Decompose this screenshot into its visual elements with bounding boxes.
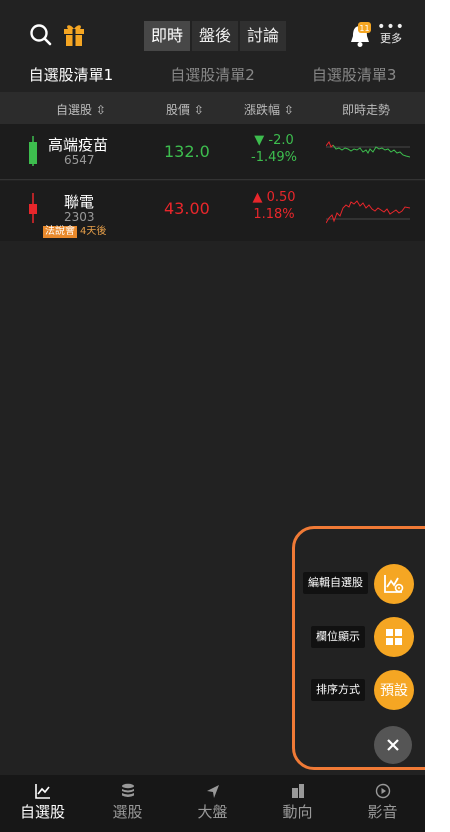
sort-icon: ⇳	[193, 103, 204, 117]
play-circle-icon	[375, 783, 390, 799]
more-button[interactable]: ••• 更多	[376, 19, 406, 46]
navigation-arrow-icon	[206, 785, 219, 798]
candlestick-icon	[29, 193, 37, 223]
stock-price: 132.0	[164, 142, 210, 161]
notification-badge-count: 11	[359, 24, 369, 33]
column-header-trend: 即時走勢	[342, 103, 391, 117]
sort-default-button[interactable]: 預設	[374, 670, 414, 710]
close-icon	[387, 739, 399, 751]
stock-change: ▼ -2.0 -1.49%	[244, 132, 304, 166]
app-screen: 即時 盤後 討論 11 ••• 更多 自選股清單1 自選股清單2 自選股清單3 …	[0, 0, 425, 832]
nav-videos-label: 影音	[367, 803, 398, 821]
tab-after-hours[interactable]: 盤後	[192, 21, 238, 51]
event-time: 4天後	[80, 226, 107, 237]
intraday-sparkline	[326, 200, 410, 224]
more-icon: •••	[377, 19, 405, 35]
column-display-label[interactable]: 欄位顯示	[311, 626, 365, 648]
stock-name: 聯電	[64, 193, 95, 211]
stock-row[interactable]: 高端疫苗 6547 132.0 ▼ -2.0 -1.49%	[0, 124, 425, 180]
change-percent: -1.49%	[251, 150, 297, 165]
nav-watchlist[interactable]: 自選股	[0, 775, 85, 832]
bottom-navigation: 自選股 選股 大盤 動向 影音	[0, 775, 425, 832]
event-badge[interactable]: 法說會 4天後	[43, 226, 106, 238]
column-header-price-label: 股價	[166, 103, 191, 117]
tab-watchlist-3[interactable]: 自選股清單3	[283, 60, 425, 90]
stock-price: 43.00	[164, 199, 210, 218]
column-header-stock[interactable]: 自選股 ⇳	[56, 101, 106, 118]
chart-settings-icon	[384, 575, 404, 593]
nav-videos[interactable]: 影音	[340, 775, 425, 832]
nav-stock-screener-label: 選股	[112, 803, 143, 821]
search-icon[interactable]	[28, 22, 54, 48]
tab-realtime[interactable]: 即時	[144, 21, 190, 51]
row-divider	[0, 179, 425, 180]
bell-icon[interactable]: 11	[348, 22, 372, 50]
chart-line-icon	[34, 784, 50, 799]
nav-stock-screener[interactable]: 選股	[85, 775, 170, 832]
nav-trends-label: 動向	[282, 803, 313, 821]
column-header-change-label: 漲跌幅	[244, 103, 281, 117]
nav-watchlist-label: 自選股	[19, 803, 65, 821]
more-label: 更多	[380, 32, 402, 45]
building-icon	[291, 784, 304, 798]
stock-code: 2303	[64, 210, 95, 224]
change-percent: 1.18%	[253, 207, 295, 222]
column-header-price[interactable]: 股價 ⇳	[166, 101, 204, 118]
stock-name: 高端疫苗	[48, 136, 109, 154]
tab-discussion[interactable]: 討論	[240, 21, 286, 51]
tab-watchlist-1[interactable]: 自選股清單1	[0, 60, 142, 90]
edit-watchlist-label[interactable]: 編輯自選股	[303, 572, 368, 594]
nav-market-label: 大盤	[197, 803, 228, 821]
nav-trends[interactable]: 動向	[255, 775, 340, 832]
edit-watchlist-button[interactable]	[374, 564, 414, 604]
change-value: ▲ 0.50	[252, 190, 296, 205]
column-header-stock-label: 自選股	[56, 103, 93, 117]
grid-icon	[386, 629, 402, 645]
top-bar: 即時 盤後 討論 11 ••• 更多	[0, 14, 425, 58]
tab-watchlist-2[interactable]: 自選股清單2	[142, 60, 284, 90]
sort-icon: ⇳	[283, 103, 294, 117]
gift-icon[interactable]	[62, 22, 86, 48]
close-menu-button[interactable]	[374, 726, 412, 764]
intraday-sparkline	[326, 140, 410, 158]
event-label: 法說會	[43, 226, 77, 238]
sort-icon: ⇳	[95, 103, 106, 117]
watchlist-tabs: 自選股清單1 自選股清單2 自選股清單3	[0, 60, 425, 90]
view-mode-segmented-control: 即時 盤後 討論	[144, 21, 288, 51]
stock-change: ▲ 0.50 1.18%	[244, 189, 304, 223]
database-icon	[121, 783, 134, 797]
candlestick-icon	[29, 136, 37, 166]
column-header-change[interactable]: 漲跌幅 ⇳	[244, 101, 294, 118]
stock-row[interactable]: 聯電 2303 法說會 4天後 43.00 ▲ 0.50 1.18%	[0, 181, 425, 241]
stock-code: 6547	[64, 153, 95, 167]
table-header: 自選股 ⇳ 股價 ⇳ 漲跌幅 ⇳ 即時走勢	[0, 92, 425, 124]
column-display-button[interactable]	[374, 617, 414, 657]
sort-order-label[interactable]: 排序方式	[311, 679, 365, 701]
change-value: ▼ -2.0	[254, 133, 294, 148]
nav-market[interactable]: 大盤	[170, 775, 255, 832]
